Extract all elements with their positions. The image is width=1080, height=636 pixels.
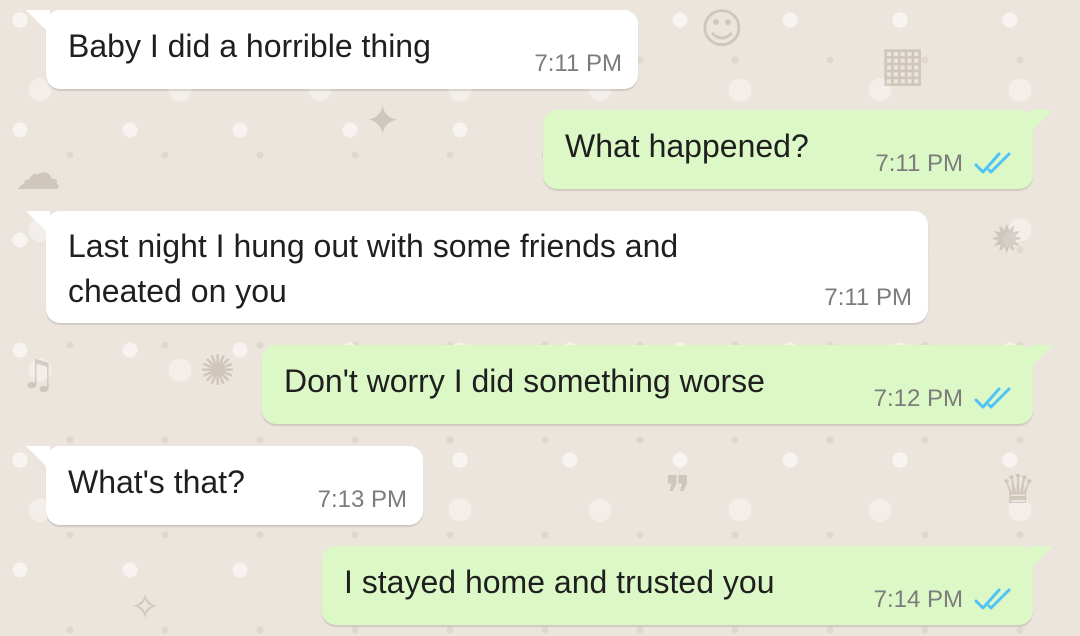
message-meta: 7:11 PM [534, 49, 622, 79]
message-time: 7:14 PM [873, 586, 963, 613]
music-note-doodle-icon: ♫ [20, 352, 56, 398]
calendar-doodle-icon: ▦ [880, 36, 926, 92]
message-bubble-outgoing[interactable]: What happened? 7:11 PM [543, 110, 1053, 189]
cloud-doodle-icon: ☁ [15, 146, 61, 200]
message-text: What's that? [68, 464, 245, 500]
double-check-icon [974, 387, 1011, 409]
message-meta: 7:12 PM [874, 384, 1017, 414]
double-check-icon [974, 152, 1011, 174]
message-text: Don't worry I did something worse [284, 363, 765, 399]
message-text: I stayed home and trusted you [344, 564, 775, 600]
message-bubble-outgoing[interactable]: Don't worry I did something worse 7:12 P… [262, 345, 1053, 424]
crown-doodle-icon: ♛ [1000, 467, 1036, 513]
message-text: Last night I hung out with some friends … [68, 228, 679, 309]
message-meta: 7:13 PM [318, 485, 407, 515]
message-bubble-outgoing[interactable]: I stayed home and trusted you 7:14 PM [322, 546, 1053, 625]
message-text: What happened? [565, 128, 809, 164]
star-doodle-icon: ✧ [130, 587, 161, 628]
message-bubble-incoming[interactable]: What's that? 7:13 PM [26, 446, 423, 525]
message-time: 7:11 PM [534, 50, 622, 77]
message-meta: 7:11 PM [824, 283, 912, 313]
message-time: 7:13 PM [317, 486, 407, 513]
message-meta: 7:11 PM [875, 149, 1017, 179]
message-bubble-incoming[interactable]: Baby I did a horrible thing 7:11 PM [26, 10, 638, 89]
message-meta: 7:14 PM [874, 585, 1017, 615]
heart-eyes-emoji-doodle-icon: ☺ [700, 4, 744, 53]
message-bubble-incoming[interactable]: Last night I hung out with some friends … [26, 211, 928, 323]
message-time: 7:11 PM [824, 284, 912, 311]
quote-doodle-icon: ❞ [665, 466, 691, 522]
message-text: Baby I did a horrible thing [68, 28, 431, 64]
message-time: 7:12 PM [873, 385, 963, 412]
message-time: 7:11 PM [875, 150, 963, 177]
double-check-icon [974, 588, 1011, 610]
sun-doodle-icon: ✹ [990, 217, 1024, 263]
star-doodle-icon: ✦ [365, 96, 401, 145]
bulb-doodle-icon: ✺ [200, 346, 236, 395]
